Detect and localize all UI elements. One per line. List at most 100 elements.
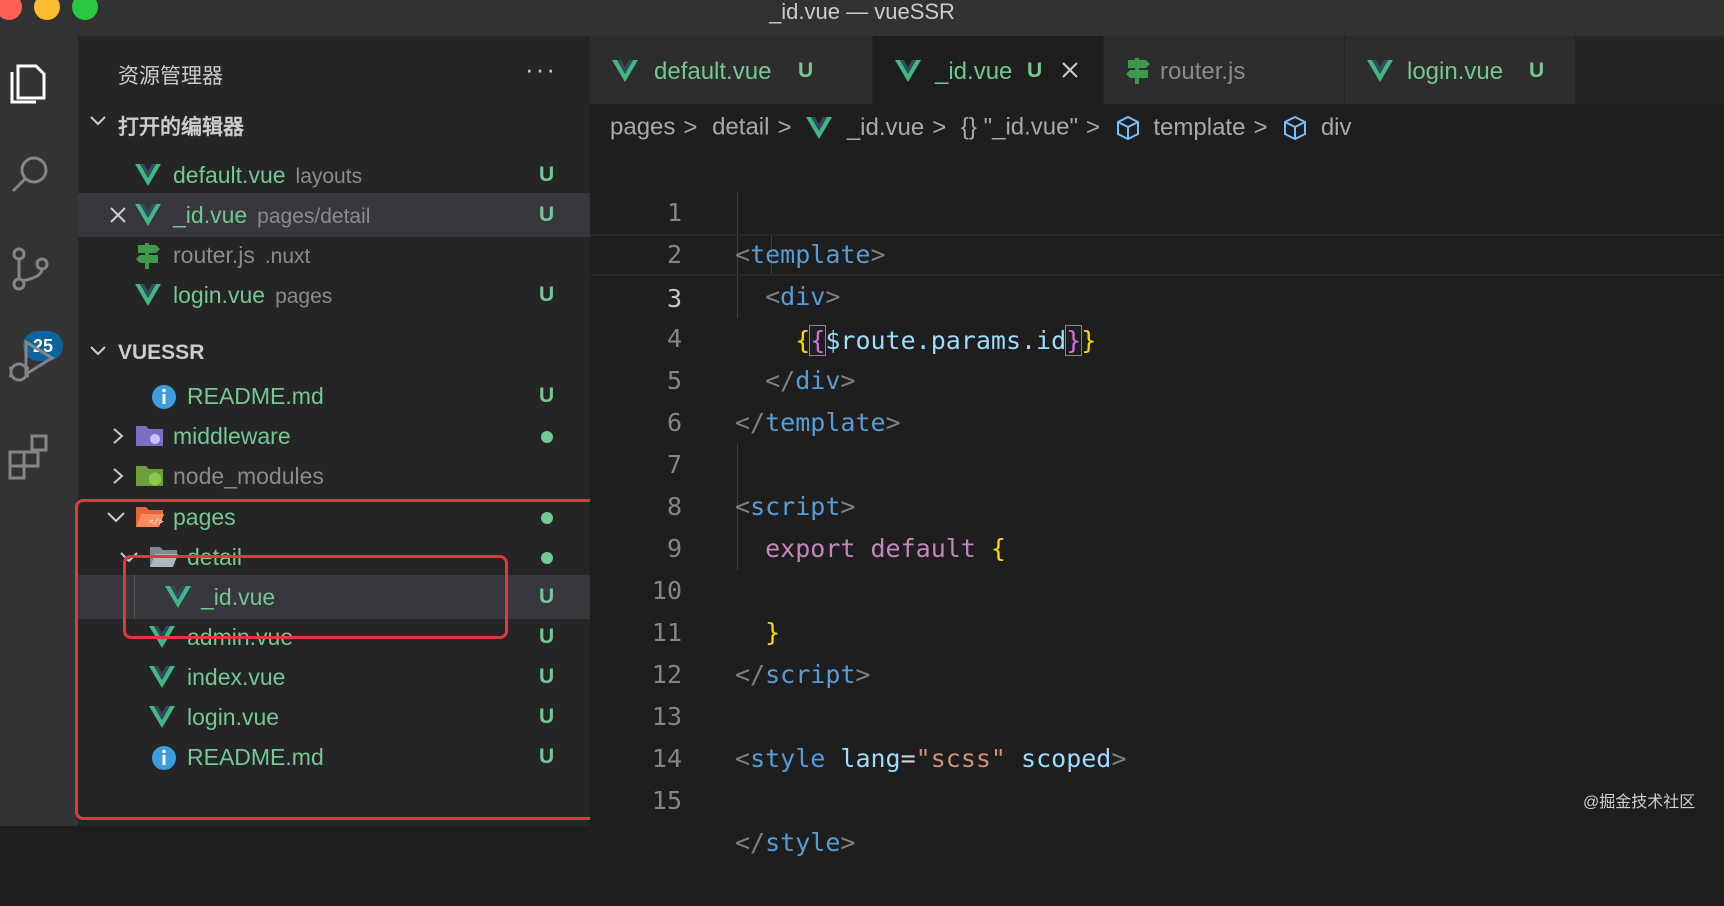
git-status-dot <box>541 431 553 443</box>
tab-status: U <box>1529 59 1545 82</box>
title-bar: _id.vue — vueSSR <box>0 0 1724 36</box>
chevron-right-icon <box>113 468 124 484</box>
tab-router-js[interactable]: router.js <box>1104 36 1345 104</box>
git-status-badge: U <box>539 283 555 306</box>
breadcrumb: pages > detail > _id.vue > {} "_id.vue" > te… <box>610 113 1352 147</box>
node-folder-icon <box>136 466 163 486</box>
explorer-sidebar: 资源管理器 ··· 打开的编辑器 default.vue layouts U _i… <box>75 36 600 826</box>
code-line: 10 } <box>590 528 1724 647</box>
breadcrumb-item[interactable]: {} "_id.vue" <box>961 114 1078 141</box>
vue-icon <box>612 60 638 82</box>
more-actions-button[interactable]: ··· <box>525 54 557 85</box>
search-icon[interactable] <box>4 148 58 202</box>
router-signpost-icon <box>136 243 160 269</box>
open-editor-item[interactable]: router.js .nuxt <box>78 233 590 277</box>
file-path: layouts <box>295 165 363 188</box>
line-number: 15 <box>651 786 682 815</box>
tree-item-folder[interactable]: node_modules <box>78 454 590 498</box>
close-icon[interactable] <box>109 206 127 224</box>
cube-icon <box>1116 115 1139 140</box>
file-path: .nuxt <box>264 245 311 268</box>
tab-label: default.vue <box>654 58 772 85</box>
tab-id-vue[interactable]: _id.vue U <box>873 36 1104 104</box>
window-title: _id.vue — vueSSR <box>769 0 955 24</box>
tab-status: U <box>798 59 814 82</box>
folder-name: middleware <box>173 423 291 449</box>
code-editor[interactable]: 1 <template> 2 <div> 3 {{$route.params.i… <box>590 150 1724 857</box>
code-line: 1 <template> <box>590 150 1724 269</box>
code-line: 5 </template> <box>590 318 1724 437</box>
open-editor-item[interactable]: default.vue layouts U <box>78 153 590 197</box>
vue-icon <box>135 204 161 226</box>
breadcrumb-item[interactable]: detail <box>712 114 769 141</box>
folder-name: node_modules <box>173 463 324 489</box>
file-name: router.js <box>173 242 255 268</box>
explorer-title: 资源管理器 <box>118 65 223 88</box>
code-line: 9 <box>590 486 1724 563</box>
vue-icon <box>135 284 161 306</box>
watermark: @掘金技术社区 <box>1583 794 1696 811</box>
run-debug-icon[interactable] <box>4 334 58 388</box>
chevron-down-icon <box>90 346 106 356</box>
chevron-right-icon: > <box>1086 113 1101 141</box>
chevron-right-icon: > <box>1253 113 1268 141</box>
file-name: default.vue <box>173 162 286 188</box>
tab-label: _id.vue <box>935 58 1013 85</box>
file-path: pages <box>275 285 333 308</box>
workspace-header[interactable]: VUESSR <box>78 332 590 372</box>
tab-status: U <box>1027 59 1043 82</box>
detail-highlight-box <box>123 555 508 639</box>
editor-tabs: default.vue U _id.vue U router.js login.… <box>590 36 1724 104</box>
code-line: 13 <style lang="scss" scoped> <box>590 654 1724 773</box>
router-signpost-icon <box>1126 58 1150 84</box>
extensions-icon[interactable] <box>4 428 58 482</box>
chevron-right-icon: > <box>683 113 698 141</box>
code-line: 8 export default { <box>590 444 1724 563</box>
breadcrumb-item[interactable]: _id.vue <box>847 114 924 141</box>
code-token: style <box>765 828 841 857</box>
file-name: login.vue <box>173 282 266 308</box>
code-line: 2 <div> <box>590 192 1724 311</box>
pages-highlight-box <box>75 499 600 820</box>
tab-label: router.js <box>1160 58 1246 85</box>
vue-icon <box>1367 60 1393 82</box>
code-line: 11 </script> <box>590 570 1724 689</box>
code-line: 14 <box>590 696 1724 773</box>
code-line: 7 <script> <box>590 402 1724 521</box>
vue-icon <box>806 116 833 139</box>
info-icon <box>152 385 176 409</box>
code-line-current: 3 {{$route.params.id}} <box>590 234 1724 356</box>
git-status-badge: U <box>539 203 555 226</box>
close-icon[interactable] <box>1061 61 1079 79</box>
file-path: pages/detail <box>257 205 371 228</box>
vue-icon <box>895 60 921 82</box>
chevron-down-icon <box>90 116 106 126</box>
middleware-folder-icon <box>136 426 163 446</box>
code-line: 4 </div> <box>590 276 1724 395</box>
git-status-badge: U <box>539 163 555 186</box>
tab-login-vue[interactable]: login.vue U <box>1345 36 1576 104</box>
breadcrumb-item[interactable]: pages <box>610 114 675 141</box>
open-editor-item[interactable]: _id.vue pages/detail U <box>78 193 590 237</box>
explorer-icon[interactable] <box>4 56 58 110</box>
open-editors-label: 打开的编辑器 <box>118 116 244 139</box>
open-editors-header[interactable]: 打开的编辑器 <box>78 102 590 142</box>
chevron-right-icon <box>113 428 124 444</box>
source-control-icon[interactable] <box>4 242 58 296</box>
tab-default-vue[interactable]: default.vue U <box>590 36 873 104</box>
breadcrumb-item[interactable]: div <box>1321 114 1352 141</box>
open-editor-item[interactable]: login.vue pages U <box>78 273 590 317</box>
tree-item-file[interactable]: README.md U <box>78 374 590 418</box>
code-line: 12 <box>590 612 1724 689</box>
file-name: README.md <box>187 383 324 409</box>
tree-item-folder[interactable]: middleware <box>78 414 590 458</box>
vue-icon <box>135 164 161 186</box>
code-line: 6 <box>590 360 1724 437</box>
git-status-badge: U <box>539 384 555 407</box>
chevron-right-icon: > <box>932 113 947 141</box>
code-line: 15 </style> <box>590 738 1724 857</box>
file-name: _id.vue <box>173 202 248 228</box>
activity-bar: 25 <box>0 36 78 826</box>
tab-label: login.vue <box>1407 58 1504 85</box>
breadcrumb-item[interactable]: template <box>1153 114 1245 141</box>
